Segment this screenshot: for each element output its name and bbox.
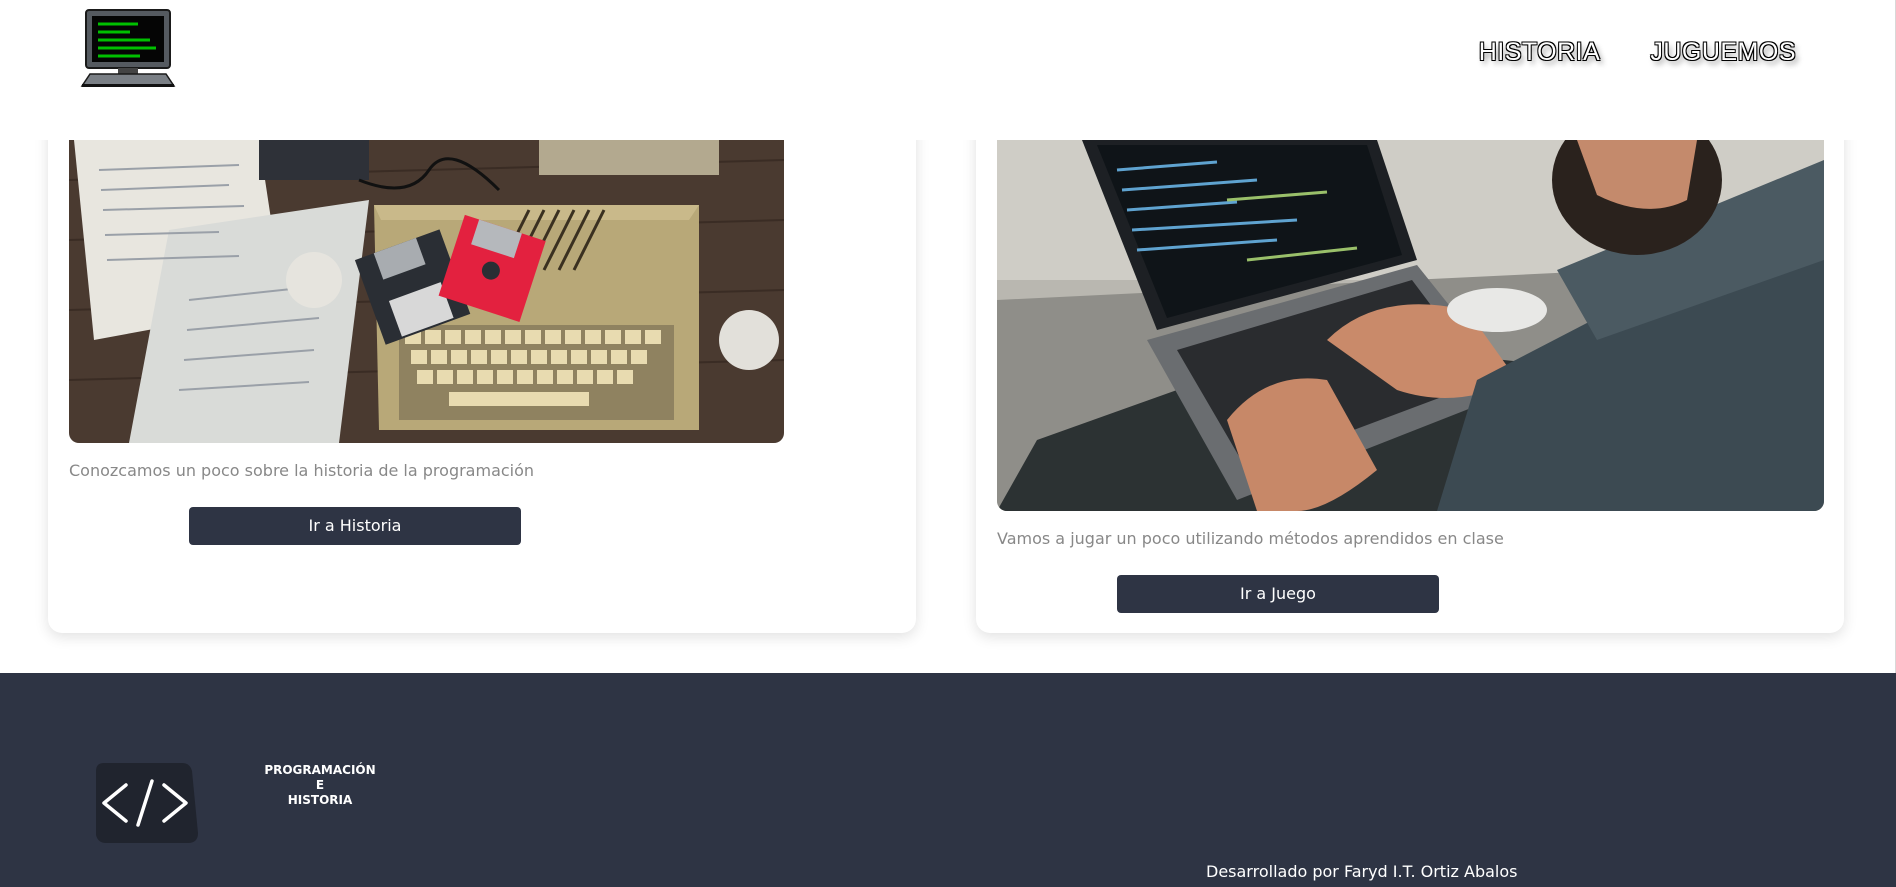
- code-brackets-icon: [88, 763, 200, 843]
- history-card-description: Conozcamos un poco sobre la historia de …: [69, 461, 535, 480]
- computer-monitor-icon[interactable]: [80, 8, 176, 88]
- footer-site-title: PROGRAMACIÓN E HISTORIA: [264, 763, 376, 807]
- nav-juguemos-link[interactable]: JUGUEMOS: [1650, 38, 1796, 67]
- game-card-description: Vamos a jugar un poco utilizando métodos…: [997, 529, 1504, 548]
- retro-computer-image: [69, 140, 784, 443]
- go-to-game-button[interactable]: Ir a Juego: [1117, 575, 1439, 613]
- nav-historia-link[interactable]: HISTORIA: [1479, 38, 1601, 67]
- site-footer: PROGRAMACIÓN E HISTORIA Desarrollado por…: [0, 673, 1896, 887]
- main-nav: HISTORIA JUGUEMOS: [1479, 38, 1796, 67]
- site-header: HISTORIA JUGUEMOS: [0, 0, 1896, 140]
- laptop-coding-image: [997, 140, 1824, 511]
- footer-credit-text: Desarrollado por Faryd I.T. Ortiz Abalos: [1206, 862, 1518, 881]
- go-to-history-button[interactable]: Ir a Historia: [189, 507, 521, 545]
